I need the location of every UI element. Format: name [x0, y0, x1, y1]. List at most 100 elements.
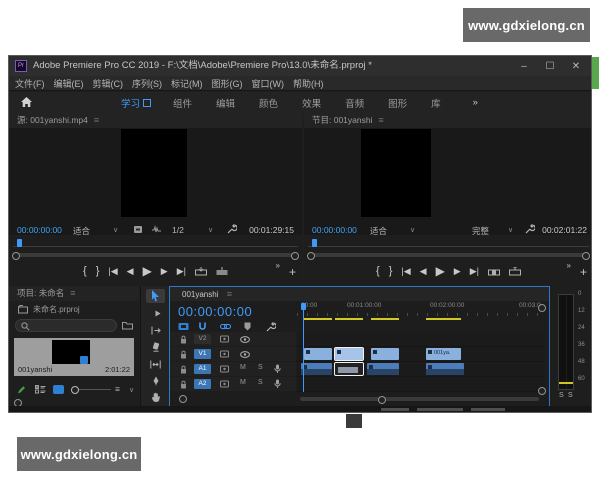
program-scrubber-track[interactable] — [308, 246, 589, 247]
track-select-tool-icon[interactable] — [146, 306, 165, 320]
zoom-handle-right[interactable] — [582, 252, 590, 260]
list-options-icon[interactable]: ≡ — [115, 384, 120, 394]
audio-clip-3[interactable] — [367, 363, 399, 375]
mic-icon[interactable] — [274, 379, 281, 389]
timeline-playhead-line[interactable] — [303, 309, 304, 392]
lock-icon[interactable] — [180, 380, 187, 389]
menu-clip[interactable]: 剪辑(C) — [93, 77, 124, 90]
add-button[interactable]: + — [580, 265, 587, 279]
sync-lock-icon[interactable] — [220, 380, 229, 388]
play-button[interactable]: ▶ — [143, 264, 152, 278]
slip-tool-icon[interactable] — [146, 357, 165, 371]
search-input[interactable] — [15, 319, 117, 332]
mute-button[interactable]: M — [240, 379, 246, 386]
menu-edit[interactable]: 编辑(E) — [54, 77, 84, 90]
extract-icon[interactable] — [508, 266, 521, 276]
sync-lock-icon[interactable] — [220, 350, 229, 358]
program-monitor-header[interactable]: 节目: 001yanshi ≡ — [304, 113, 591, 128]
go-to-out-button[interactable]: ▶| — [177, 266, 186, 277]
tab-color[interactable]: 颜色 — [247, 96, 290, 110]
source-playhead[interactable] — [17, 239, 22, 247]
audio-clip-4[interactable] — [426, 363, 464, 375]
lock-icon[interactable] — [180, 365, 187, 374]
insert-icon[interactable] — [194, 266, 207, 276]
track-name-a1[interactable]: A1 — [194, 364, 211, 374]
timeline-settings-wrench-icon[interactable] — [266, 322, 276, 332]
source-timecode[interactable]: 00:00:00:00 — [17, 225, 62, 235]
source-monitor-header[interactable]: 源: 001yanshi.mp4 ≡ — [9, 113, 302, 128]
solo-button[interactable]: S — [258, 364, 263, 371]
mark-out-button[interactable]: } — [96, 265, 100, 277]
thumbnail-zoom-slider[interactable] — [71, 386, 79, 394]
track-name-v1[interactable]: V1 — [194, 349, 211, 359]
menu-graphics[interactable]: 图形(G) — [212, 77, 243, 90]
track-header-a2[interactable]: A2 M S — [170, 377, 296, 391]
sync-lock-icon[interactable] — [220, 335, 229, 343]
project-clip-item[interactable]: 001yanshi 2:01:22 — [14, 338, 134, 376]
project-writable-icon[interactable] — [17, 385, 26, 394]
zoom-handle-left[interactable] — [307, 252, 315, 260]
program-zoom-bar[interactable] — [310, 253, 587, 257]
settings-wrench-icon[interactable] — [525, 224, 535, 234]
time-ruler[interactable] — [297, 313, 544, 316]
zoom-handle-left[interactable] — [12, 252, 20, 260]
go-to-in-button[interactable]: |◀ — [401, 266, 410, 277]
tab-effects[interactable]: 效果 — [290, 96, 333, 110]
vertical-scroll-knob[interactable] — [538, 304, 546, 312]
lock-icon[interactable] — [180, 335, 187, 344]
track-output-eye-icon[interactable] — [240, 351, 250, 358]
track-output-eye-icon[interactable] — [240, 336, 250, 343]
timeline-content[interactable]: 00:00 00:01:00:00 00:02:00:00 00:03:0 00… — [297, 302, 544, 402]
nest-sequence-icon[interactable] — [178, 322, 189, 331]
scroll-knob[interactable] — [179, 395, 187, 403]
go-to-out-button[interactable]: ▶| — [470, 266, 479, 277]
folder-icon[interactable] — [122, 321, 133, 330]
project-panel-header[interactable]: 项目: 未命名 ≡ — [9, 286, 139, 301]
list-view-icon[interactable] — [35, 385, 46, 394]
track-header-a1[interactable]: A1 M S — [170, 362, 296, 376]
step-back-button[interactable]: ◀ — [127, 266, 134, 277]
panel-menu-icon[interactable]: ≡ — [227, 289, 232, 299]
mark-in-button[interactable]: { — [376, 265, 380, 277]
horizontal-zoom-bar[interactable] — [300, 397, 539, 401]
chevron-down-icon[interactable]: ∨ — [410, 226, 415, 234]
panel-menu-icon[interactable]: ≡ — [378, 115, 383, 125]
selection-tool-icon[interactable] — [146, 289, 165, 303]
mark-in-button[interactable]: { — [83, 265, 87, 277]
pen-tool-icon[interactable] — [146, 374, 165, 388]
tab-libraries[interactable]: 库 — [419, 96, 453, 110]
track-lane-v1[interactable]: 001ya. — [297, 347, 544, 362]
mute-button[interactable]: M — [240, 364, 246, 371]
mic-icon[interactable] — [274, 364, 281, 374]
go-to-in-button[interactable]: |◀ — [108, 266, 117, 277]
track-lane-a2[interactable] — [297, 377, 544, 392]
minimize-button[interactable]: – — [511, 56, 537, 76]
track-name-v2[interactable]: V2 — [194, 334, 211, 344]
video-clip-4[interactable]: 001ya. — [426, 348, 461, 360]
hand-tool-icon[interactable] — [146, 390, 165, 404]
menu-help[interactable]: 帮助(H) — [293, 77, 324, 90]
video-clip-3[interactable] — [371, 348, 399, 360]
program-quality-select[interactable]: 完整 — [472, 225, 489, 237]
chevron-down-icon[interactable]: ∨ — [508, 226, 513, 234]
program-zoom-select[interactable]: 适合 — [370, 225, 387, 237]
workspace-overflow-button[interactable]: » — [453, 97, 490, 108]
menu-sequence[interactable]: 序列(S) — [132, 77, 162, 90]
linked-selection-icon[interactable] — [220, 322, 231, 331]
solo-button[interactable]: S — [258, 379, 263, 386]
source-zoom-bar[interactable] — [15, 253, 296, 257]
add-button[interactable]: + — [289, 265, 296, 279]
panel-menu-icon[interactable]: ≡ — [70, 288, 75, 298]
settings-wrench-icon[interactable] — [227, 224, 237, 234]
lift-icon[interactable] — [487, 267, 500, 276]
video-clip-1[interactable] — [304, 348, 332, 360]
step-back-button[interactable]: ◀ — [420, 266, 427, 277]
program-playhead[interactable] — [312, 239, 317, 247]
solo-right-button[interactable]: S — [568, 392, 573, 399]
audio-clip-2-selected[interactable] — [334, 362, 364, 376]
step-forward-button[interactable]: ▶ — [454, 266, 461, 277]
maximize-button[interactable]: ☐ — [537, 56, 563, 76]
mark-out-button[interactable]: } — [389, 265, 393, 277]
menu-file[interactable]: 文件(F) — [15, 77, 45, 90]
source-zoom-select[interactable]: 适合 — [73, 225, 90, 237]
